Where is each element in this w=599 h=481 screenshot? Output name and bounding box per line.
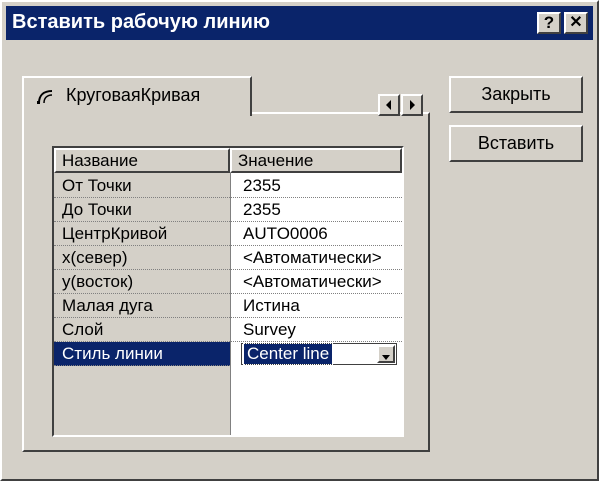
row-value[interactable]: Истина [231, 294, 402, 318]
tab-scroll-left-button[interactable] [378, 94, 400, 116]
help-button[interactable]: ? [537, 12, 561, 34]
title-bar[interactable]: Вставить рабочую линию ? ✕ [6, 6, 593, 40]
line-style-value: Center line [242, 343, 334, 365]
row-name[interactable]: x(север) [54, 246, 230, 270]
row-name[interactable]: y(восток) [54, 270, 230, 294]
name-column: От Точки До Точки ЦентрКривой x(север) y… [54, 173, 230, 435]
property-grid: Название Значение От Точки До Точки Цент… [52, 146, 404, 437]
tab-scroll-right-button[interactable] [401, 94, 423, 116]
row-value[interactable]: <Автоматически> [231, 246, 402, 270]
curve-icon [36, 89, 56, 110]
close-window-button[interactable]: ✕ [564, 12, 588, 34]
chevron-down-icon [382, 355, 390, 360]
arrow-left-icon [386, 100, 391, 110]
row-value[interactable]: AUTO0006 [231, 222, 402, 246]
insert-button[interactable]: Вставить [449, 125, 583, 162]
row-name[interactable]: От Точки [54, 174, 230, 198]
tab-label: КруговаяКривая [66, 85, 201, 105]
row-value[interactable]: <Автоматически> [231, 270, 402, 294]
row-value[interactable]: 2355 [231, 198, 402, 222]
row-name[interactable]: До Точки [54, 198, 230, 222]
window-title: Вставить рабочую линию [12, 11, 270, 33]
line-style-select[interactable]: Center line [241, 343, 397, 365]
row-value[interactable]: Survey [231, 318, 402, 342]
row-name[interactable]: Малая дуга [54, 294, 230, 318]
row-name[interactable]: ЦентрКривой [54, 222, 230, 246]
close-button[interactable]: Закрыть [449, 76, 583, 113]
tab-circular-curve[interactable]: КруговаяКривая [22, 76, 252, 116]
row-name-selected[interactable]: Стиль линии [54, 342, 230, 366]
row-name[interactable]: Слой [54, 318, 230, 342]
row-value[interactable]: 2355 [231, 174, 402, 198]
header-name[interactable]: Название [54, 148, 230, 173]
dropdown-button[interactable] [377, 345, 395, 363]
header-value[interactable]: Значение [230, 148, 402, 173]
insert-line-dialog: Вставить рабочую линию ? ✕ КруговаяКрива… [0, 0, 599, 481]
line-style-row: Center line [231, 342, 402, 366]
value-column: 2355 2355 AUTO0006 <Автоматически> <Авто… [230, 173, 402, 435]
arrow-right-icon [410, 100, 415, 110]
